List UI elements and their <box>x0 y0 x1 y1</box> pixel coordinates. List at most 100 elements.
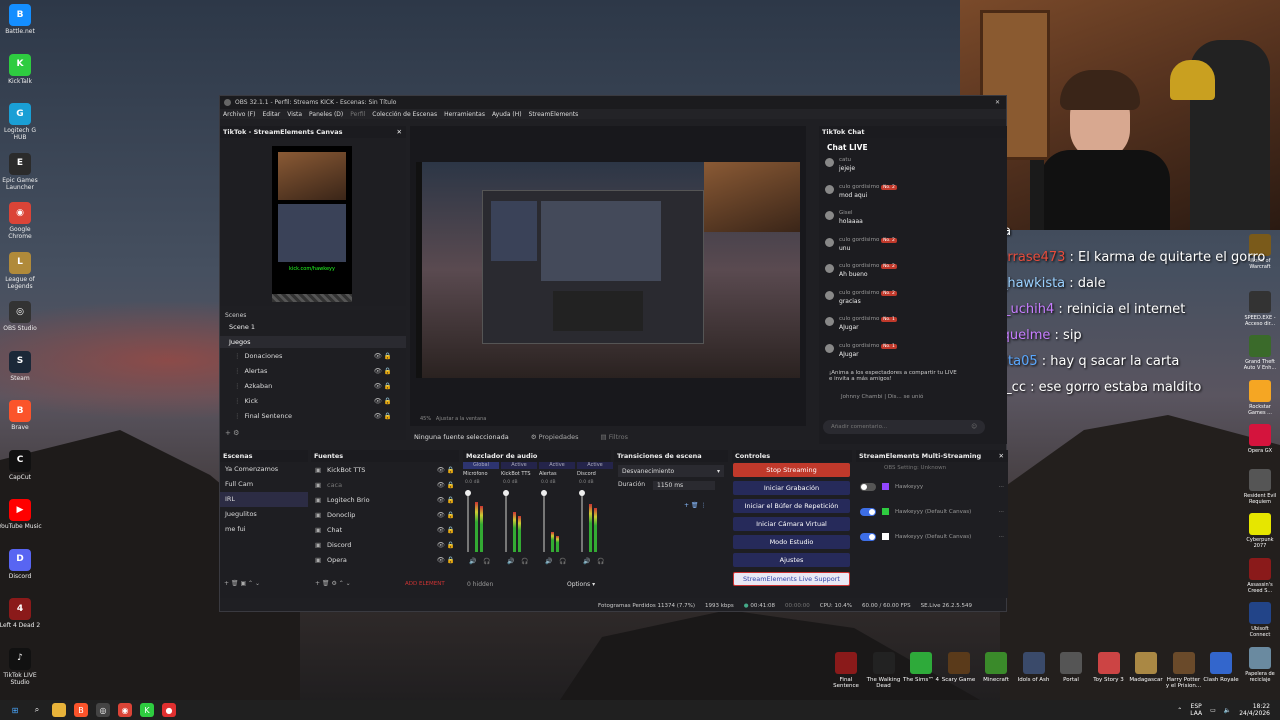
desktop-icon[interactable]: G Logitech G HUB <box>0 103 42 141</box>
desktop-icon[interactable]: Scary Game <box>941 652 977 683</box>
drag-handle-icon[interactable]: ⋮ <box>234 352 241 360</box>
desktop-icon[interactable]: Harry Potter y el Prision... <box>1166 652 1202 689</box>
replay-buffer-button[interactable]: Iniciar el Búfer de Repetición <box>733 499 850 513</box>
menu-item[interactable]: Editar <box>262 111 280 118</box>
desktop-icon[interactable]: Portal <box>1053 652 1089 683</box>
group-item[interactable]: ⋮ Donaciones 👁 🔒 <box>220 348 406 363</box>
obs-taskbar-icon[interactable]: ◎ <box>96 703 110 717</box>
network-icon[interactable]: ▭ <box>1210 707 1216 714</box>
eye-icon[interactable]: 👁 🔒 <box>374 412 392 420</box>
menu-item[interactable]: Paneles (D) <box>309 111 343 118</box>
desktop-icon[interactable]: Cyberpunk 2077 <box>1242 513 1278 549</box>
chat-comment-input[interactable]: Añadir comentario... ☺ <box>823 420 985 434</box>
more-icon[interactable]: ⋯ <box>999 534 1005 540</box>
desktop-icon[interactable]: Assassin's Creed S... <box>1242 557 1278 594</box>
main-preview[interactable]: 45% Ajustar a la ventana <box>410 126 806 426</box>
desktop-icon[interactable]: B Battle.net <box>0 4 42 35</box>
close-icon[interactable]: ✕ <box>999 452 1004 460</box>
desktop-icon[interactable]: ▶ YouTube Music <box>0 499 42 530</box>
virtual-camera-button[interactable]: Iniciar Cámara Virtual <box>733 517 850 531</box>
add-icon[interactable]: + ⚙ <box>225 429 239 437</box>
search-icon[interactable]: ⌕ <box>30 703 44 717</box>
menu-item[interactable]: Archivo (F) <box>223 111 255 118</box>
desktop-icon[interactable]: B Brave <box>0 400 42 431</box>
desktop-icon[interactable]: K KickTalk <box>0 53 42 85</box>
record-icon[interactable]: ● <box>162 703 176 717</box>
stream-toggle[interactable] <box>860 532 876 541</box>
menu-item[interactable]: Colección de Escenas <box>372 111 437 118</box>
desktop-icon[interactable]: Final Sentence <box>828 652 864 689</box>
desktop-icon[interactable]: ◎ OBS Studio <box>0 301 42 332</box>
desktop-icon[interactable]: Toy Story 3 <box>1091 652 1127 683</box>
start-recording-button[interactable]: Iniciar Grabación <box>733 481 850 495</box>
close-icon[interactable]: ✕ <box>995 99 1000 106</box>
desktop-icon[interactable]: ♪ TikTok LIVE Studio <box>0 647 42 686</box>
canvas-scene-1[interactable]: Scene 1 <box>220 321 406 333</box>
close-icon[interactable]: ✕ <box>397 128 402 136</box>
kick-icon[interactable]: K <box>140 703 154 717</box>
clock[interactable]: 18:22 24/4/2026 <box>1239 703 1270 717</box>
file-explorer-icon[interactable] <box>52 703 66 717</box>
eye-icon[interactable]: 👁 🔒 <box>374 352 392 360</box>
filters-button[interactable]: ▤ Filtros <box>600 433 628 441</box>
platform-icon <box>882 483 889 490</box>
properties-button[interactable]: ⚙ Propiedades <box>531 433 579 441</box>
desktop-icon[interactable]: ◉ Google Chrome <box>0 202 42 240</box>
drag-handle-icon[interactable]: ⋮ <box>234 367 241 375</box>
more-icon[interactable]: ⋯ <box>999 509 1005 515</box>
desktop-icon[interactable]: The Sims™ 4 <box>903 652 939 683</box>
studio-mode-button[interactable]: Modo Estudio <box>733 535 850 549</box>
group-item[interactable]: ⋮ Kick 👁 🔒 <box>220 393 406 408</box>
volume-icon[interactable]: 🔈 <box>1224 707 1231 714</box>
desktop-icon[interactable]: Rockstar Games ... <box>1242 379 1278 416</box>
se-live-support-button[interactable]: StreamElements Live Support <box>733 572 850 586</box>
drag-handle-icon[interactable]: ⋮ <box>234 397 241 405</box>
desktop-icon[interactable]: C CapCut <box>0 449 42 481</box>
preview-zoom[interactable]: 45% Ajustar a la ventana <box>420 416 486 422</box>
eye-icon[interactable]: 👁 🔒 <box>374 367 392 375</box>
desktop-icon[interactable]: 4 Left 4 Dead 2 <box>0 598 42 629</box>
desktop-icon[interactable]: L League of Legends <box>0 251 42 290</box>
desktop-icon[interactable]: Minecraft <box>978 652 1014 683</box>
tray-chevron-icon[interactable]: ⌃ <box>1177 707 1182 714</box>
windows-start-icon[interactable]: ⊞ <box>8 703 22 717</box>
brave-icon[interactable]: B <box>74 703 88 717</box>
desktop-icon[interactable]: Idols of Ash <box>1016 652 1052 683</box>
group-item[interactable]: ⋮ Final Sentence 👁 🔒 <box>220 408 406 423</box>
language-indicator[interactable]: ESP LAA <box>1190 703 1202 717</box>
vertical-canvas-preview[interactable]: kick.com/hawkeyy <box>272 146 352 302</box>
drag-handle-icon[interactable]: ⋮ <box>234 382 241 390</box>
menu-item[interactable]: Perfil <box>350 111 365 118</box>
stream-toggle[interactable] <box>860 482 876 491</box>
desktop-icon[interactable]: Madagascar <box>1128 652 1164 683</box>
obs-window[interactable]: OBS 32.1.1 - Perfil: Streams KICK - Esce… <box>219 95 1008 612</box>
desktop-icon[interactable]: Ubisoft Connect <box>1242 602 1278 638</box>
menu-item[interactable]: Herramientas <box>444 111 485 118</box>
menu-item[interactable]: StreamElements <box>529 111 579 118</box>
desktop-icon[interactable]: S Steam <box>0 350 42 382</box>
desktop-icon[interactable]: Resident Evil Requiem <box>1242 468 1278 505</box>
stop-streaming-button[interactable]: Stop Streaming <box>733 463 850 477</box>
more-icon[interactable]: ⋯ <box>999 484 1005 490</box>
desktop-icon[interactable]: Grand Theft Auto V Enh... <box>1242 335 1278 371</box>
desktop-icon[interactable]: SPEED.EXE - Acceso dir... <box>1242 290 1278 327</box>
desktop-icon[interactable]: The Walking Dead <box>866 652 902 689</box>
obs-titlebar[interactable]: OBS 32.1.1 - Perfil: Streams KICK - Esce… <box>220 96 1006 109</box>
chrome-icon[interactable]: ◉ <box>118 703 132 717</box>
desktop-icon[interactable]: Clash Royale <box>1203 652 1239 683</box>
desktop-icon[interactable]: E Epic Games Launcher <box>0 152 42 191</box>
eye-icon[interactable]: 👁 🔒 <box>374 397 392 405</box>
group-item[interactable]: ⋮ Azkaban 👁 🔒 <box>220 378 406 393</box>
desktop-icon[interactable]: Papelera de reciclaje <box>1242 646 1278 683</box>
stream-toggle[interactable] <box>860 507 876 516</box>
eye-icon[interactable]: 👁 🔒 <box>374 382 392 390</box>
group-item[interactable]: ⋮ Alertas 👁 🔒 <box>220 363 406 378</box>
emoji-icon[interactable]: ☺ <box>971 424 977 430</box>
desktop-icon[interactable]: D Discord <box>0 548 42 580</box>
drag-handle-icon[interactable]: ⋮ <box>234 412 241 420</box>
canvas-group-juegos[interactable]: Juegos <box>220 336 406 348</box>
desktop-icon[interactable]: Opera GX <box>1242 424 1278 454</box>
menu-item[interactable]: Vista <box>287 111 302 118</box>
menu-item[interactable]: Ayuda (H) <box>492 111 522 118</box>
settings-button[interactable]: Ajustes <box>733 553 850 567</box>
